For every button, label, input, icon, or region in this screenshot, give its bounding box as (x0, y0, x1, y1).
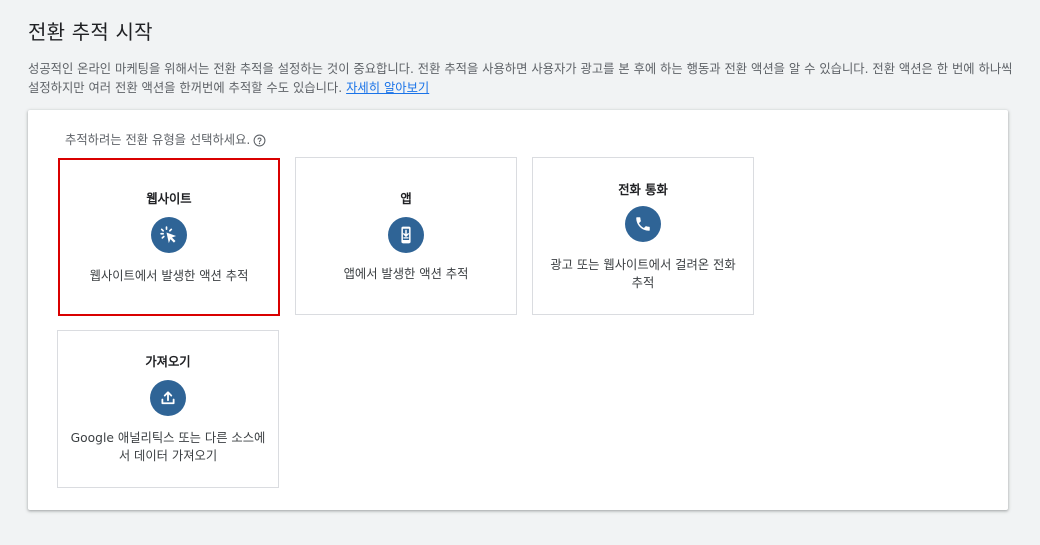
learn-more-link[interactable]: 자세히 알아보기 (346, 81, 429, 95)
mobile-download-icon (388, 217, 424, 253)
card-app-description: 앱에서 발생한 액션 추적 (343, 267, 469, 281)
card-website-title: 웹사이트 (146, 192, 192, 206)
card-website-description: 웹사이트에서 발생한 액션 추적 (89, 269, 249, 283)
help-circle-icon[interactable] (253, 134, 266, 147)
card-app[interactable]: 앱 앱에서 발생한 액션 추적 (295, 157, 517, 315)
conversion-type-panel: 추적하려는 전환 유형을 선택하세요. 웹사이트 웹사이트에서 발생한 액션 추… (28, 110, 1008, 510)
card-import[interactable]: 가져오기 Google 애널리틱스 또는 다른 소스에서 데이터 가져오기 (57, 330, 279, 488)
card-app-title: 앱 (400, 192, 412, 206)
card-phone-call[interactable]: 전화 통화 광고 또는 웹사이트에서 걸려온 전화 추적 (532, 157, 754, 315)
card-import-title: 가져오기 (145, 355, 191, 369)
intro-text: 성공적인 온라인 마케팅을 위해서는 전환 추적을 설정하는 것이 중요합니다.… (28, 60, 1018, 98)
upload-icon (150, 380, 186, 416)
card-website[interactable]: 웹사이트 웹사이트에서 발생한 액션 추적 (58, 158, 280, 316)
page-title: 전환 추적 시작 (28, 20, 153, 44)
click-cursor-icon (151, 217, 187, 253)
phone-icon (625, 206, 661, 242)
conversion-type-prompt: 추적하려는 전환 유형을 선택하세요. (65, 131, 266, 149)
card-phone-call-description: 광고 또는 웹사이트에서 걸려온 전화 추적 (550, 258, 736, 290)
card-import-description: Google 애널리틱스 또는 다른 소스에서 데이터 가져오기 (70, 431, 266, 463)
card-phone-call-title: 전화 통화 (618, 183, 668, 197)
intro-paragraph: 성공적인 온라인 마케팅을 위해서는 전환 추적을 설정하는 것이 중요합니다.… (28, 62, 1013, 95)
prompt-label: 추적하려는 전환 유형을 선택하세요. (65, 133, 251, 147)
